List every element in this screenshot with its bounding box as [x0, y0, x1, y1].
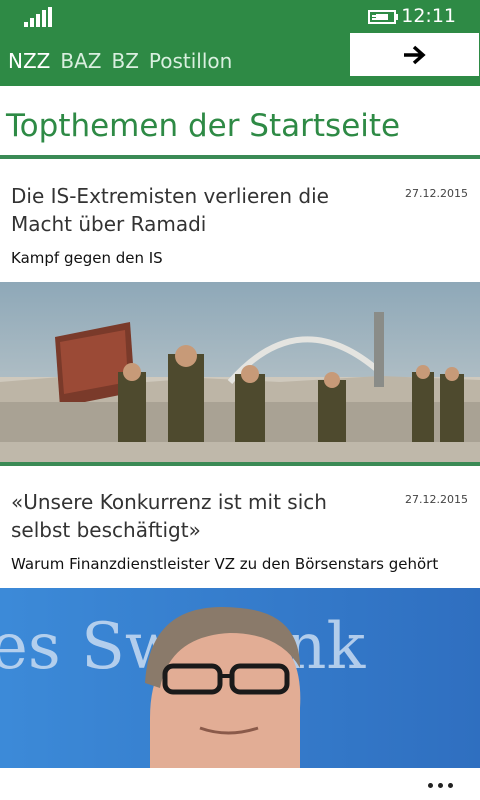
tab-postillon[interactable]: Postillon: [149, 49, 232, 73]
article-card[interactable]: «Unsere Konkurrenz ist mit sich selbst b…: [0, 466, 480, 772]
article-date: 27.12.2015: [405, 493, 468, 506]
app-header: NZZ BAZ BZ Postillon: [0, 32, 480, 86]
page-title: Topthemen der Startseite: [6, 108, 401, 144]
banker-portrait-photo[interactable]: es Sw Bank: [0, 588, 480, 768]
tab-nzz[interactable]: NZZ: [8, 49, 50, 73]
status-bar: 12:11: [0, 0, 480, 32]
article-subtitle: Warum Finanzdienstleister VZ zu den Börs…: [11, 555, 439, 573]
app-bar: [0, 772, 480, 800]
article-subtitle: Kampf gegen den IS: [11, 249, 163, 267]
article-date: 27.12.2015: [405, 187, 468, 200]
signal-strength-icon: [24, 7, 54, 27]
article-headline[interactable]: Die IS-Extremisten verlieren die Macht ü…: [11, 182, 391, 238]
soldiers-photo[interactable]: [0, 282, 480, 462]
divider: [0, 155, 480, 159]
tab-baz[interactable]: BAZ: [60, 49, 101, 73]
go-button[interactable]: [350, 33, 479, 76]
source-tabs: NZZ BAZ BZ Postillon: [8, 49, 232, 73]
more-ellipsis-icon[interactable]: [428, 780, 458, 790]
battery-charging-icon: [368, 10, 398, 24]
tab-bz[interactable]: BZ: [111, 49, 138, 73]
arrow-right-icon: [403, 45, 426, 64]
article-headline[interactable]: «Unsere Konkurrenz ist mit sich selbst b…: [11, 488, 391, 544]
status-clock: 12:11: [401, 5, 456, 27]
article-card[interactable]: Die IS-Extremisten verlieren die Macht ü…: [0, 160, 480, 466]
